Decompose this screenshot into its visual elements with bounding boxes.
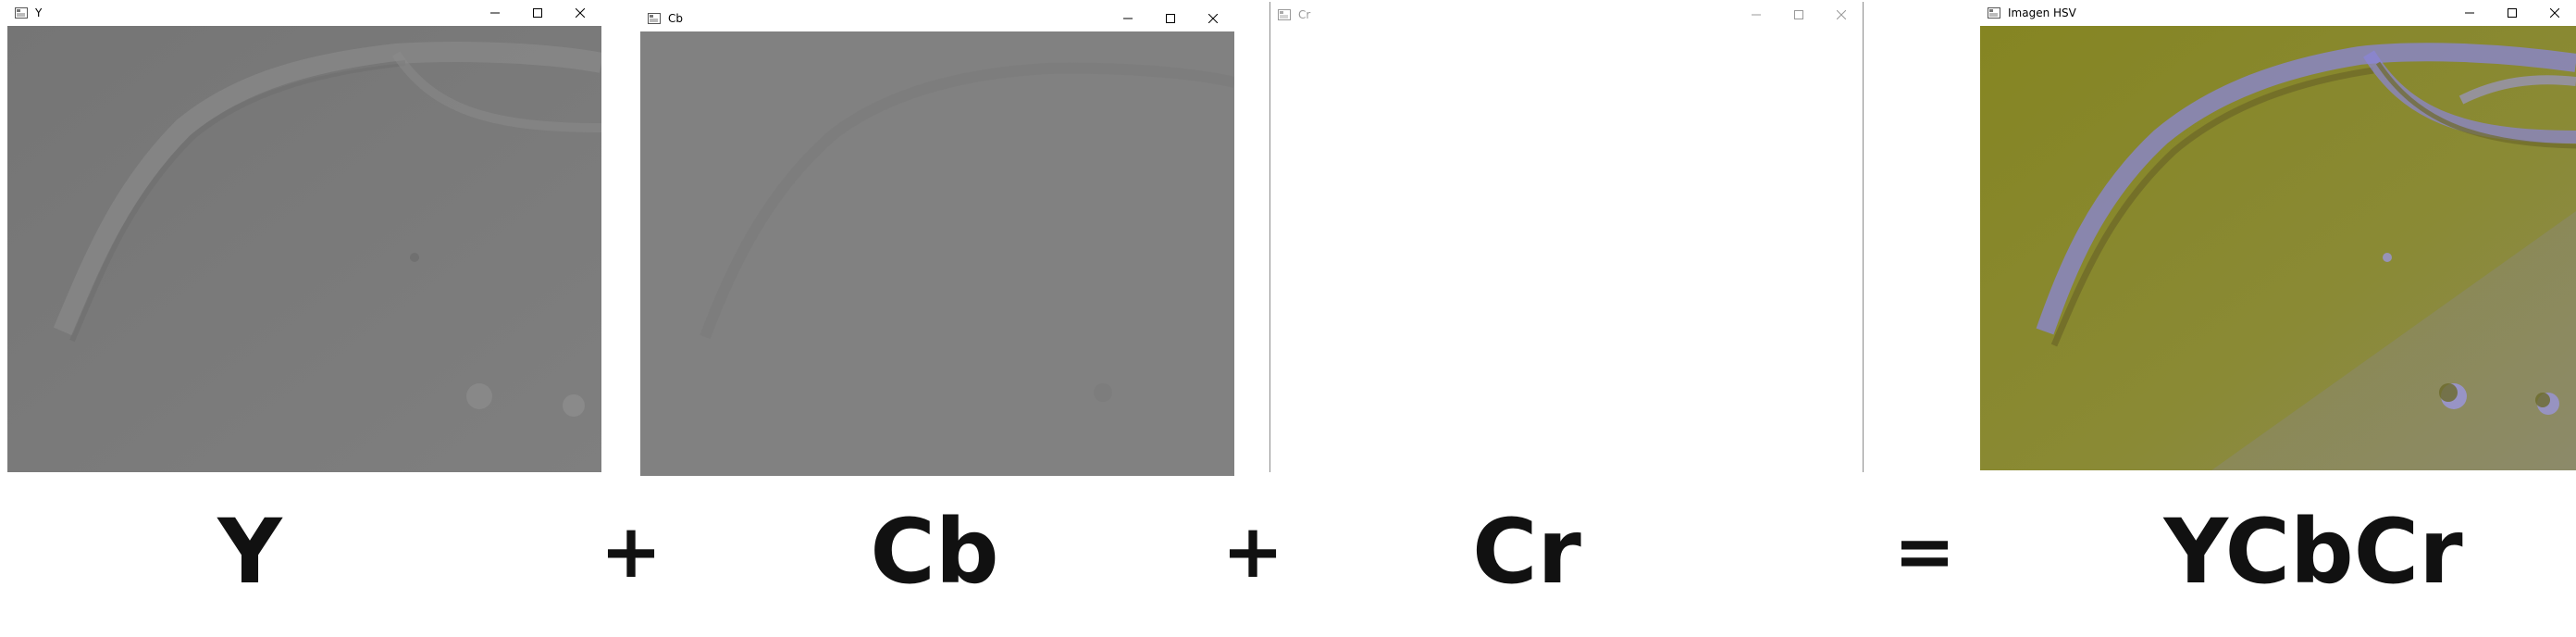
minimize-button[interactable]: [474, 0, 516, 26]
screenshot-stage: Y Cb Cr Imagen HSV Y + Cb + Cr = YCbCr: [0, 0, 2576, 637]
y-channel-image: [7, 26, 601, 472]
close-icon: [576, 8, 585, 18]
plus-sign-2: +: [1221, 508, 1284, 594]
ycbcr-combined-image: [1980, 26, 2576, 470]
minimize-button[interactable]: [2448, 0, 2491, 26]
label-cr: Cr: [1472, 500, 1581, 604]
app-window-icon: [1278, 9, 1291, 20]
maximize-button[interactable]: [1149, 6, 1192, 31]
maximize-button[interactable]: [2491, 0, 2533, 26]
app-window-icon: [1988, 7, 2000, 19]
close-button[interactable]: [2533, 0, 2576, 26]
window-title: Y: [35, 6, 43, 19]
close-button[interactable]: [559, 0, 601, 26]
close-icon: [1208, 14, 1218, 23]
minimize-icon: [1752, 14, 1761, 16]
maximize-icon: [2508, 8, 2517, 18]
equals-sign: =: [1893, 508, 1956, 594]
maximize-button[interactable]: [516, 0, 559, 26]
close-icon: [1837, 10, 1846, 19]
label-ycbcr: YCbCr: [2163, 500, 2463, 604]
window-titlebar[interactable]: Cb: [640, 6, 1234, 31]
minimize-button[interactable]: [1107, 6, 1149, 31]
maximize-icon: [1794, 10, 1803, 19]
minimize-icon: [2465, 12, 2474, 14]
minimize-button[interactable]: [1735, 2, 1777, 28]
cb-channel-image: [640, 31, 1234, 476]
maximize-icon: [533, 8, 542, 18]
window-titlebar[interactable]: Cr: [1270, 2, 1863, 28]
close-button[interactable]: [1192, 6, 1234, 31]
window-title: Imagen HSV: [2008, 6, 2076, 19]
minimize-icon: [1123, 18, 1133, 19]
window-imagen-hsv: Imagen HSV: [1980, 0, 2576, 470]
app-window-icon: [648, 13, 661, 24]
window-titlebar[interactable]: Imagen HSV: [1980, 0, 2576, 26]
label-y: Y: [217, 500, 282, 604]
maximize-button[interactable]: [1777, 2, 1820, 28]
close-icon: [2550, 8, 2559, 18]
window-title: Cb: [668, 12, 683, 25]
window-title: Cr: [1298, 8, 1311, 21]
cr-channel-image: [1270, 28, 1863, 472]
close-button[interactable]: [1820, 2, 1863, 28]
plus-sign-1: +: [600, 508, 663, 594]
window-titlebar[interactable]: Y: [7, 0, 601, 26]
minimize-icon: [490, 12, 500, 14]
window-cr: Cr: [1269, 2, 1864, 472]
window-y: Y: [7, 0, 601, 472]
maximize-icon: [1166, 14, 1175, 23]
app-window-icon: [15, 7, 28, 19]
window-cb: Cb: [640, 6, 1234, 476]
label-cb: Cb: [870, 500, 999, 604]
